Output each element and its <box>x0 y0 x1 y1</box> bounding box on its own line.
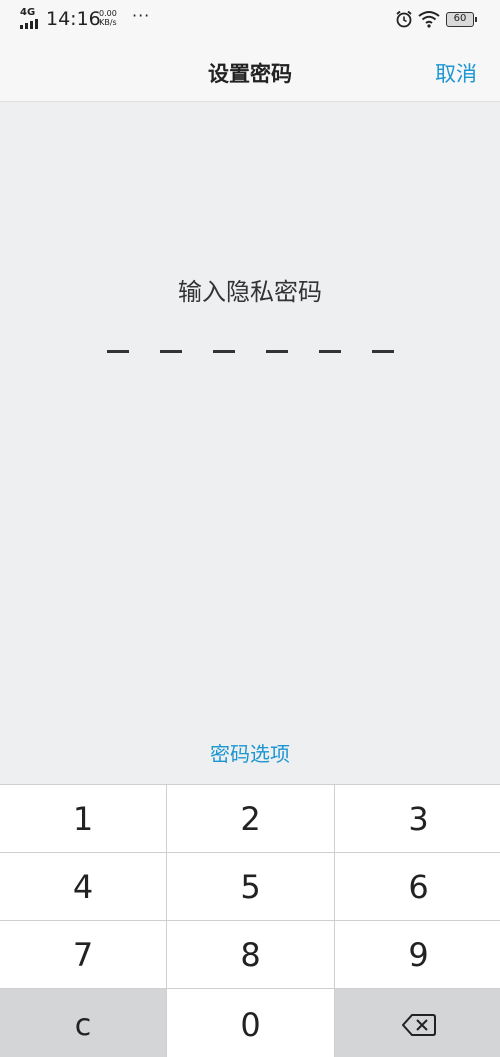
clear-key-label: c <box>74 1007 92 1043</box>
speed-value: 0.00 <box>99 9 117 18</box>
page-title: 设置密码 <box>208 62 292 86</box>
key-6[interactable]: 6 <box>335 853 500 920</box>
pin-slot <box>107 350 129 353</box>
pin-slot <box>213 350 235 353</box>
key-3[interactable]: 3 <box>335 785 500 852</box>
pin-input[interactable] <box>107 350 395 354</box>
key-7[interactable]: 7 <box>0 921 166 988</box>
key-8[interactable]: 8 <box>167 921 334 988</box>
status-bar: 4G 14:16 0.00 KB/s ··· 60 <box>0 0 500 40</box>
pin-slot <box>266 350 288 353</box>
alarm-clock-icon <box>396 10 412 28</box>
key-0[interactable]: 0 <box>167 989 334 1057</box>
pin-slot <box>319 350 341 353</box>
wifi-icon <box>418 11 440 28</box>
speed-unit: KB/s <box>99 18 117 27</box>
password-prompt: 输入隐私密码 <box>178 278 322 306</box>
pin-slot <box>160 350 182 353</box>
more-notifications-icon: ··· <box>132 6 151 25</box>
clear-key[interactable]: c <box>0 989 166 1057</box>
key-1[interactable]: 1 <box>0 785 166 852</box>
cellular-signal-icon: 4G <box>20 7 42 29</box>
key-4[interactable]: 4 <box>0 853 166 920</box>
network-speed: 0.00 KB/s <box>99 9 117 27</box>
key-5[interactable]: 5 <box>167 853 334 920</box>
password-options-link[interactable]: 密码选项 <box>0 738 500 767</box>
numeric-keypad: 1 2 3 4 5 6 7 8 9 c 0 <box>0 784 500 1057</box>
network-type: 4G <box>20 7 36 18</box>
backspace-icon <box>401 1014 436 1036</box>
key-9[interactable]: 9 <box>335 921 500 988</box>
battery-icon: 60 <box>446 12 477 27</box>
backspace-key[interactable] <box>335 989 500 1057</box>
key-2[interactable]: 2 <box>167 785 334 852</box>
screen: 4G 14:16 0.00 KB/s ··· 60 设置密码 取消 输入隐私密码… <box>0 0 500 1057</box>
cancel-button[interactable]: 取消 <box>435 58 477 88</box>
pin-slot <box>372 350 394 353</box>
clock: 14:16 <box>46 8 101 30</box>
nav-bar: 设置密码 取消 <box>0 40 500 102</box>
